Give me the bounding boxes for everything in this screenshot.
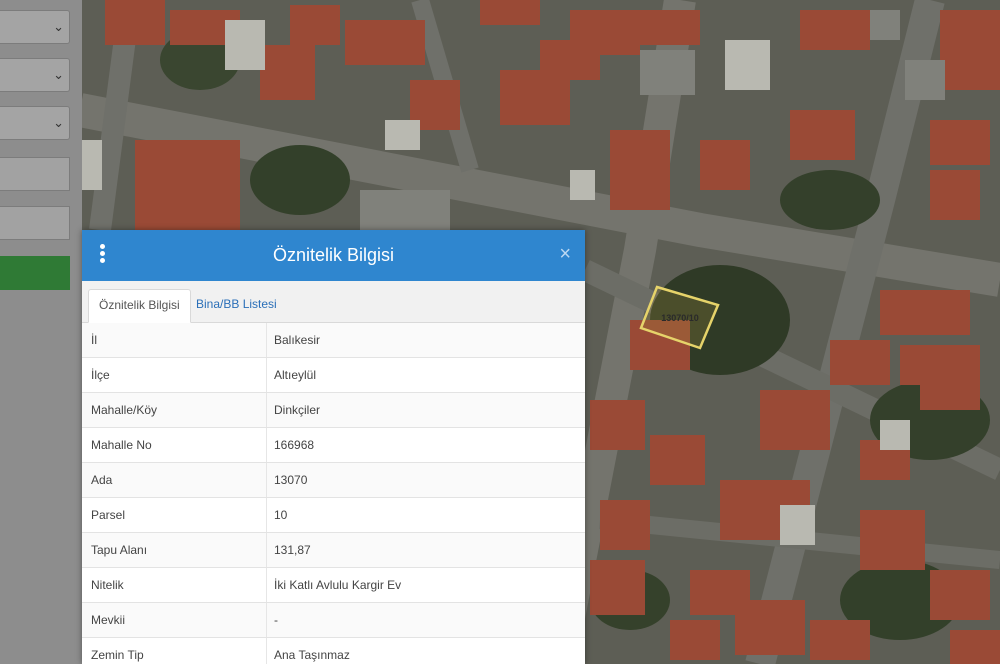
row-value: - [274,613,278,627]
table-row: Ada 13070 [82,463,585,498]
row-value: Altıeylül [274,368,317,382]
table-row: Nitelik İki Katlı Avlulu Kargir Ev [82,568,585,603]
query-button[interactable] [0,256,70,290]
row-key: İl [91,333,97,347]
chevron-down-icon: ⌄ [53,67,64,82]
row-value: İki Katlı Avlulu Kargir Ev [274,578,402,592]
table-row: Parsel 10 [82,498,585,533]
table-row: Mevkii - [82,603,585,638]
left-panel: ⌄ ⌄ ⌄ [0,0,82,664]
row-key: Mevkii [91,613,126,627]
dialog-title: Öznitelik Bilgisi [272,245,395,265]
row-key: İlçe [91,368,110,382]
tab-attribute-info[interactable]: Öznitelik Bilgisi [88,289,191,323]
table-row: İl Balıkesir [82,323,585,358]
attribute-table: İl Balıkesir İlçe Altıeylül Mahalle/Köy Din… [82,323,585,664]
table-row: Mahalle/Köy Dinkçiler [82,393,585,428]
filter-select-1[interactable]: ⌄ [0,10,70,44]
close-icon[interactable]: × [559,242,571,266]
row-key: Nitelik [91,578,124,592]
row-value: 13070 [274,473,308,487]
row-value: 10 [274,508,288,522]
chevron-down-icon: ⌄ [53,19,64,34]
row-key: Zemin Tip [91,648,144,662]
row-key: Parsel [91,508,126,522]
parcel-label: 13070/10 [661,313,699,323]
table-row: Zemin Tip Ana Taşınmaz [82,638,585,664]
table-row: Mahalle No 166968 [82,428,585,463]
row-key: Mahalle No [91,438,152,452]
vertical-dots-icon[interactable] [100,244,108,266]
table-row: İlçe Altıeylül [82,358,585,393]
row-key: Ada [91,473,113,487]
input-field-2[interactable] [0,206,70,240]
tab-building-list[interactable]: Bina/BB Listesi [186,289,287,323]
table-row: Tapu Alanı 131,87 [82,533,585,568]
filter-select-3[interactable]: ⌄ [0,106,70,140]
row-value: 131,87 [274,543,311,557]
dialog-header: Öznitelik Bilgisi × [82,230,585,281]
tab-bar: Öznitelik Bilgisi Bina/BB Listesi [82,281,585,323]
row-value: Dinkçiler [274,403,321,417]
chevron-down-icon: ⌄ [53,115,64,130]
attribute-info-dialog: Öznitelik Bilgisi × Öznitelik Bilgisi Bi… [82,230,585,664]
input-field-1[interactable] [0,157,70,191]
row-key: Mahalle/Köy [91,403,158,417]
row-value: Balıkesir [274,333,321,347]
row-value: 166968 [274,438,315,452]
filter-select-2[interactable]: ⌄ [0,58,70,92]
row-value: Ana Taşınmaz [274,648,350,662]
row-key: Tapu Alanı [91,543,148,557]
